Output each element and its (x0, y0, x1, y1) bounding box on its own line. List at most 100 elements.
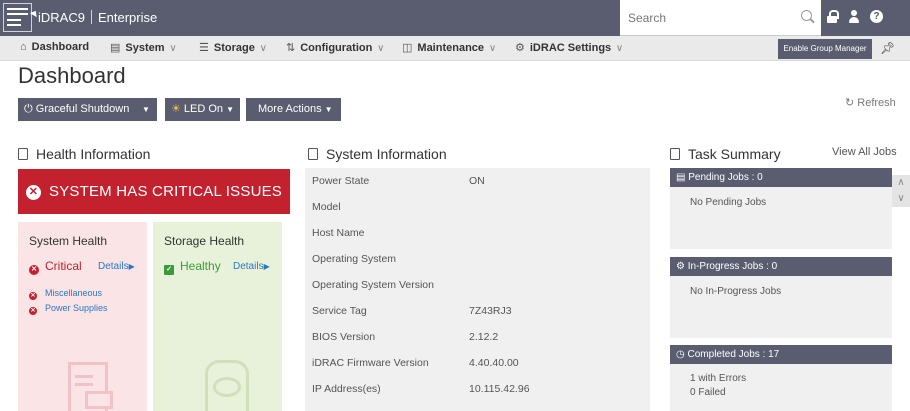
task-icon (670, 148, 680, 160)
critical-icon: ✕ (29, 265, 39, 275)
issue-miscellaneous-link[interactable]: ✕ Miscellaneous (29, 288, 102, 300)
caret-right-icon: ▶ (128, 262, 135, 271)
storage-health-title: Storage Health (164, 234, 245, 248)
nav-system[interactable]: ▤ System ∨ (110, 41, 177, 54)
system-information-panel: Power State ON Model Host Name Operating… (305, 168, 650, 411)
storage-health-card: Storage Health ✓ Healthy Details▶ (153, 222, 282, 411)
idrac-settings-icon: ⚙ (515, 42, 525, 54)
system-icon: ▤ (110, 42, 121, 54)
configuration-icon: ⇅ (286, 42, 296, 54)
nav-dashboard[interactable]: ⌂ Dashboard (20, 41, 89, 53)
home-icon: ⌂ (20, 41, 27, 53)
issue-power-supplies-link[interactable]: ✕ Power Supplies (29, 303, 108, 315)
critical-icon: ✕ (29, 292, 37, 300)
led-sun-icon: ☀ (171, 103, 184, 115)
refresh-icon: ↻ (845, 97, 858, 109)
info-value: 2.12.2 (469, 331, 499, 343)
storage-icon: ☰ (199, 42, 209, 54)
system-info-title-text: System Information (326, 146, 447, 162)
info-value: 10.115.42.96 (469, 383, 530, 395)
caret-down-icon: ▼ (226, 105, 235, 114)
chevron-down-icon: ∨ (374, 43, 385, 54)
critical-issues-banner: ✕ SYSTEM HAS CRITICAL ISSUES (18, 169, 290, 214)
view-all-jobs-link[interactable]: View All Jobs (832, 146, 897, 158)
nav-maintenance-label: Maintenance (417, 42, 485, 54)
main-nav: ⌂ Dashboard ▤ System ∨ ☰ Storage ∨ ⇅ Configu… (0, 36, 910, 61)
app-name: iDRAC9 (38, 10, 85, 25)
storage-health-details-text: Details (233, 261, 264, 272)
user-icon[interactable] (848, 10, 860, 24)
info-label: Operating System (312, 253, 397, 265)
search-box[interactable]: Search (620, 0, 821, 36)
search-icon[interactable] (801, 10, 812, 21)
pending-jobs-header-text: Pending Jobs : 0 (688, 172, 763, 183)
pin-icon[interactable]: 📌︎ (880, 41, 895, 55)
info-label: Operating System Version (312, 279, 434, 291)
in-progress-jobs-header-text: In-Progress Jobs : 0 (687, 261, 778, 272)
scroll-down-button[interactable]: ∨ (892, 191, 910, 207)
help-icon[interactable]: ? (870, 10, 883, 23)
nav-idrac-settings-label: iDRAC Settings (529, 42, 612, 54)
graceful-shutdown-button[interactable]: ⏻︎ Graceful Shutdown (18, 98, 136, 121)
system-health-status-text: Critical (45, 259, 82, 273)
chevron-down-icon: ∨ (256, 43, 267, 54)
system-health-title: System Health (29, 234, 108, 248)
completed-jobs-header[interactable]: ◷ Completed Jobs : 17 (670, 345, 892, 364)
graceful-shutdown-label: Graceful Shutdown (35, 103, 130, 115)
refresh-button[interactable]: ↻ Refresh (845, 96, 896, 109)
menu-logo-icon[interactable] (3, 3, 32, 32)
top-header: iDRAC9 Enterprise Search ? (0, 0, 910, 36)
led-button[interactable]: ☀ LED On ▼ (165, 98, 241, 121)
info-label: iDRAC Firmware Version (312, 357, 429, 369)
enable-group-manager-button[interactable]: Enable Group Manager (778, 39, 872, 59)
info-label: Model (312, 201, 341, 213)
led-label: LED On (183, 103, 224, 115)
caret-down-icon: ▼ (324, 105, 333, 114)
info-label: BIOS Version (312, 331, 376, 343)
in-progress-jobs-text: No In-Progress Jobs (690, 286, 782, 297)
app-edition: Enterprise (97, 10, 158, 25)
power-icon: ⏻︎ (24, 103, 36, 115)
chevron-down-icon: ∨ (166, 43, 177, 54)
storage-health-details-link[interactable]: Details▶ (233, 261, 270, 272)
in-progress-jobs-header[interactable]: ⚙ In-Progress Jobs : 0 (670, 257, 892, 276)
in-progress-jobs-icon: ⚙ (676, 261, 688, 272)
chevron-down-icon: ∨ (613, 43, 624, 54)
nav-idrac-settings[interactable]: ⚙ iDRAC Settings ∨ (515, 41, 623, 54)
completed-jobs-body: 1 with Errors 0 Failed (670, 364, 892, 411)
search-input[interactable]: Search (628, 11, 666, 25)
info-label: Service Tag (312, 305, 367, 317)
system-health-status: ✕ Critical (29, 259, 82, 275)
shutdown-dropdown-button[interactable]: ▼ (135, 98, 157, 121)
refresh-label: Refresh (857, 97, 896, 109)
nav-storage-label: Storage (213, 42, 255, 54)
scroll-up-button[interactable]: ∧ (892, 175, 910, 191)
server-illustration-icon (68, 362, 113, 411)
info-label: IP Address(es) (312, 383, 381, 395)
info-label: Power State (312, 175, 370, 187)
page-title: Dashboard (18, 63, 126, 88)
pending-jobs-body: No Pending Jobs (670, 187, 892, 249)
nav-configuration-label: Configuration (300, 42, 373, 54)
error-icon: ✕ (25, 185, 41, 200)
nav-maintenance[interactable]: ◫ Maintenance ∨ (402, 41, 496, 54)
critical-icon: ✕ (29, 307, 37, 315)
info-value: ON (469, 175, 485, 187)
system-health-details-text: Details (98, 261, 129, 272)
nav-storage[interactable]: ☰ Storage ∨ (199, 41, 267, 54)
pending-jobs-text: No Pending Jobs (690, 197, 767, 208)
completed-with-errors-text: 1 with Errors (690, 373, 747, 384)
nav-configuration[interactable]: ⇅ Configuration ∨ (286, 41, 384, 54)
info-value: 4.40.40.00 (469, 357, 519, 369)
lock-icon[interactable] (826, 10, 839, 24)
product-brand: iDRAC9 Enterprise (38, 10, 157, 25)
info-value: 7Z43RJ3 (469, 305, 512, 317)
nav-system-label: System (125, 42, 165, 54)
issue-miscellaneous-text: Miscellaneous (45, 288, 103, 298)
more-actions-button[interactable]: More Actions ▼ (246, 98, 341, 121)
in-progress-jobs-body: No In-Progress Jobs (670, 276, 892, 338)
system-health-card: System Health ✕ Critical Details▶ ✕ Miscel… (18, 222, 147, 411)
system-health-details-link[interactable]: Details▶ (98, 261, 135, 272)
pending-jobs-header[interactable]: ▤ Pending Jobs : 0 (670, 168, 892, 187)
completed-failed-text: 0 Failed (690, 387, 726, 398)
